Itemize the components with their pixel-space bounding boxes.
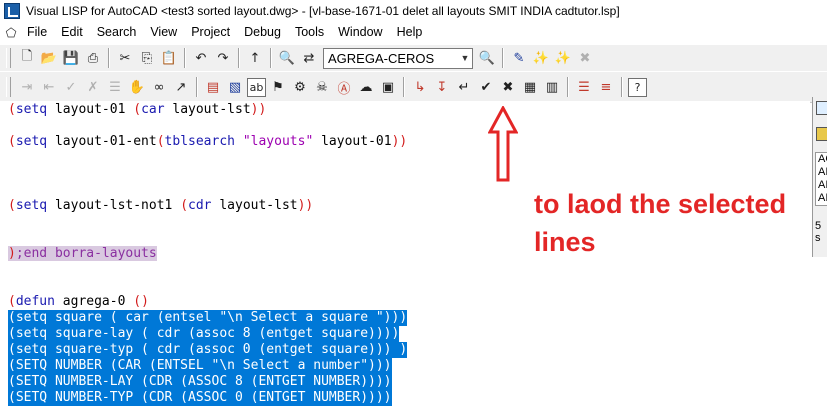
last-break-icon[interactable]: ≡ <box>596 77 616 97</box>
list-item[interactable]: AG <box>816 153 827 166</box>
code-line[interactable]: (setq layout-01-ent(tblsearch "layouts" … <box>8 134 407 150</box>
code-line[interactable]: (setq layout-01 (car layout-lst)) <box>8 102 266 118</box>
replace-icon[interactable]: ⇄ <box>299 48 319 68</box>
paste-icon[interactable]: 📋 <box>159 48 179 68</box>
comment-block-icon[interactable]: ✓ <box>61 77 81 97</box>
toolbar-separator <box>108 48 110 68</box>
prev-bookmark-icon[interactable]: ✨ <box>553 48 573 68</box>
help-icon[interactable]: ? <box>628 77 647 97</box>
toolbar-separator <box>403 77 405 97</box>
indent-icon[interactable]: ⇥ <box>17 77 37 97</box>
symbol-service-icon[interactable]: Ⓐ <box>334 77 354 97</box>
toolbar-separator <box>184 48 186 68</box>
watch-window-icon[interactable]: ☁ <box>356 77 376 97</box>
annotation-line-2: lines <box>534 227 596 257</box>
toolbar-separator <box>238 48 240 68</box>
list-item[interactable]: AI <box>816 192 827 205</box>
panel-icon[interactable] <box>816 101 827 115</box>
list-item[interactable]: AI <box>816 179 827 192</box>
annotation-text: to laod the selected lines <box>534 185 827 261</box>
selected-code-line[interactable]: (SETQ NUMBER (CAR (ENTSEL "\n Select a n… <box>8 358 392 374</box>
add-watch-icon[interactable]: ☰ <box>574 77 594 97</box>
check-selection-icon[interactable]: ab <box>247 77 266 97</box>
list-item[interactable]: AI <box>816 166 827 179</box>
toolbar-grip[interactable] <box>6 77 11 97</box>
open-file-icon[interactable]: 📂 <box>39 48 59 68</box>
next-bookmark-icon[interactable]: ✨ <box>531 48 551 68</box>
annotation-line-1: to laod the selected <box>534 189 787 219</box>
standard-toolbar: 🗋 📂 💾 ⎙ ✂ ⎘ 📋 ↶ ↷ ↑ 🔍 ⇄ AGREGA-CEROS ▼ 🔍… <box>0 44 827 72</box>
toolbar-separator <box>621 77 623 97</box>
toolbar-grip[interactable] <box>6 48 11 68</box>
redo-icon[interactable]: ↷ <box>213 48 233 68</box>
find-toolbar-icon[interactable]: 🔍 <box>477 48 497 68</box>
menu-window[interactable]: Window <box>331 25 389 39</box>
context-help-icon[interactable]: ↗ <box>171 77 191 97</box>
code-line[interactable]: );end borra-layouts <box>8 246 157 262</box>
toolbar-separator <box>270 48 272 68</box>
activate-autocad-icon[interactable]: ⚙ <box>290 77 310 97</box>
complete-word-icon[interactable]: ↑ <box>245 48 265 68</box>
cut-icon[interactable]: ✂ <box>115 48 135 68</box>
panel-icon[interactable] <box>816 127 827 141</box>
menu-project[interactable]: Project <box>184 25 237 39</box>
pan-hand-icon[interactable]: ✋ <box>127 77 147 97</box>
search-combo-value[interactable]: AGREGA-CEROS <box>324 51 458 66</box>
quit-icon[interactable]: ✖ <box>498 77 518 97</box>
search-combo[interactable]: AGREGA-CEROS ▼ <box>323 47 473 69</box>
toggle-breakpoint-icon[interactable]: ▥ <box>542 77 562 97</box>
code-line[interactable]: (setq layout-lst-not1 (cdr layout-lst)) <box>8 198 313 214</box>
load-file-icon[interactable]: ▧ <box>225 77 245 97</box>
menu-view[interactable]: View <box>143 25 184 39</box>
menu-bar: ⬠ File Edit Search View Project Debug To… <box>0 22 827 42</box>
copy-icon[interactable]: ⎘ <box>137 48 157 68</box>
print-icon[interactable]: ⎙ <box>83 48 103 68</box>
toolbar-separator <box>196 77 198 97</box>
unindent-icon[interactable]: ⇤ <box>39 77 59 97</box>
step-over-icon[interactable]: ↧ <box>432 77 452 97</box>
title-bar: Visual LISP for AutoCAD <test3 sorted la… <box>0 0 827 22</box>
format-icon[interactable]: ☰ <box>105 77 125 97</box>
apropos-icon[interactable]: ☠ <box>312 77 332 97</box>
side-panel-status: 5 s <box>815 220 822 244</box>
document-menu-icon[interactable]: ⬠ <box>2 25 20 40</box>
selected-code-line[interactable]: (setq square ( car (entsel "\n Select a … <box>8 310 408 326</box>
toolbar-separator <box>502 48 504 68</box>
selected-code-line[interactable]: (setq square-lay ( cdr (assoc 8 (entget … <box>8 326 400 342</box>
menu-file[interactable]: File <box>20 25 54 39</box>
step-into-icon[interactable]: ↳ <box>410 77 430 97</box>
toggle-bookmark-icon[interactable]: ✎ <box>509 48 529 68</box>
menu-tools[interactable]: Tools <box>288 25 331 39</box>
new-file-icon[interactable]: 🗋 <box>17 48 37 68</box>
save-icon[interactable]: 💾 <box>61 48 81 68</box>
menu-edit[interactable]: Edit <box>54 25 90 39</box>
reset-icon[interactable]: ▦ <box>520 77 540 97</box>
window-title: Visual LISP for AutoCAD <test3 sorted la… <box>26 4 620 18</box>
side-panel[interactable]: AG AI AI AI 5 s <box>812 97 827 257</box>
inspect-icon[interactable]: ∞ <box>149 77 169 97</box>
visual-lisp-app-icon[interactable] <box>4 3 20 19</box>
find-icon[interactable]: 🔍 <box>277 48 297 68</box>
chevron-down-icon[interactable]: ▼ <box>458 53 472 63</box>
uncomment-block-icon[interactable]: ✗ <box>83 77 103 97</box>
menu-debug[interactable]: Debug <box>237 25 288 39</box>
menu-help[interactable]: Help <box>390 25 430 39</box>
up-arrow-annotation-icon <box>488 106 518 182</box>
side-panel-list[interactable]: AG AI AI AI <box>815 152 827 206</box>
selected-code-line[interactable]: (setq square-typ ( cdr (assoc 0 (entget … <box>8 342 408 358</box>
clear-bookmarks-icon[interactable]: ✖ <box>575 48 595 68</box>
load-selection-icon[interactable]: ▤ <box>203 77 223 97</box>
menu-search[interactable]: Search <box>90 25 144 39</box>
continue-icon[interactable]: ✔ <box>476 77 496 97</box>
step-out-icon[interactable]: ↵ <box>454 77 474 97</box>
check-file-icon[interactable]: ⚑ <box>268 77 288 97</box>
selected-code-line[interactable]: (SETQ NUMBER-LAY (CDR (ASSOC 8 (ENTGET N… <box>8 374 392 390</box>
selected-code-line[interactable]: (SETQ NUMBER-TYP (CDR (ASSOC 0 (ENTGET N… <box>8 390 392 406</box>
undo-icon[interactable]: ↶ <box>191 48 211 68</box>
code-line[interactable]: (defun agrega-0 () <box>8 294 149 310</box>
autocad-window-icon[interactable]: ▣ <box>378 77 398 97</box>
toolbar-separator <box>567 77 569 97</box>
tools-debug-toolbar: ⇥ ⇤ ✓ ✗ ☰ ✋ ∞ ↗ ▤ ▧ ab ⚑ ⚙ ☠ Ⓐ ☁ ▣ ↳ ↧ ↵… <box>0 71 827 103</box>
